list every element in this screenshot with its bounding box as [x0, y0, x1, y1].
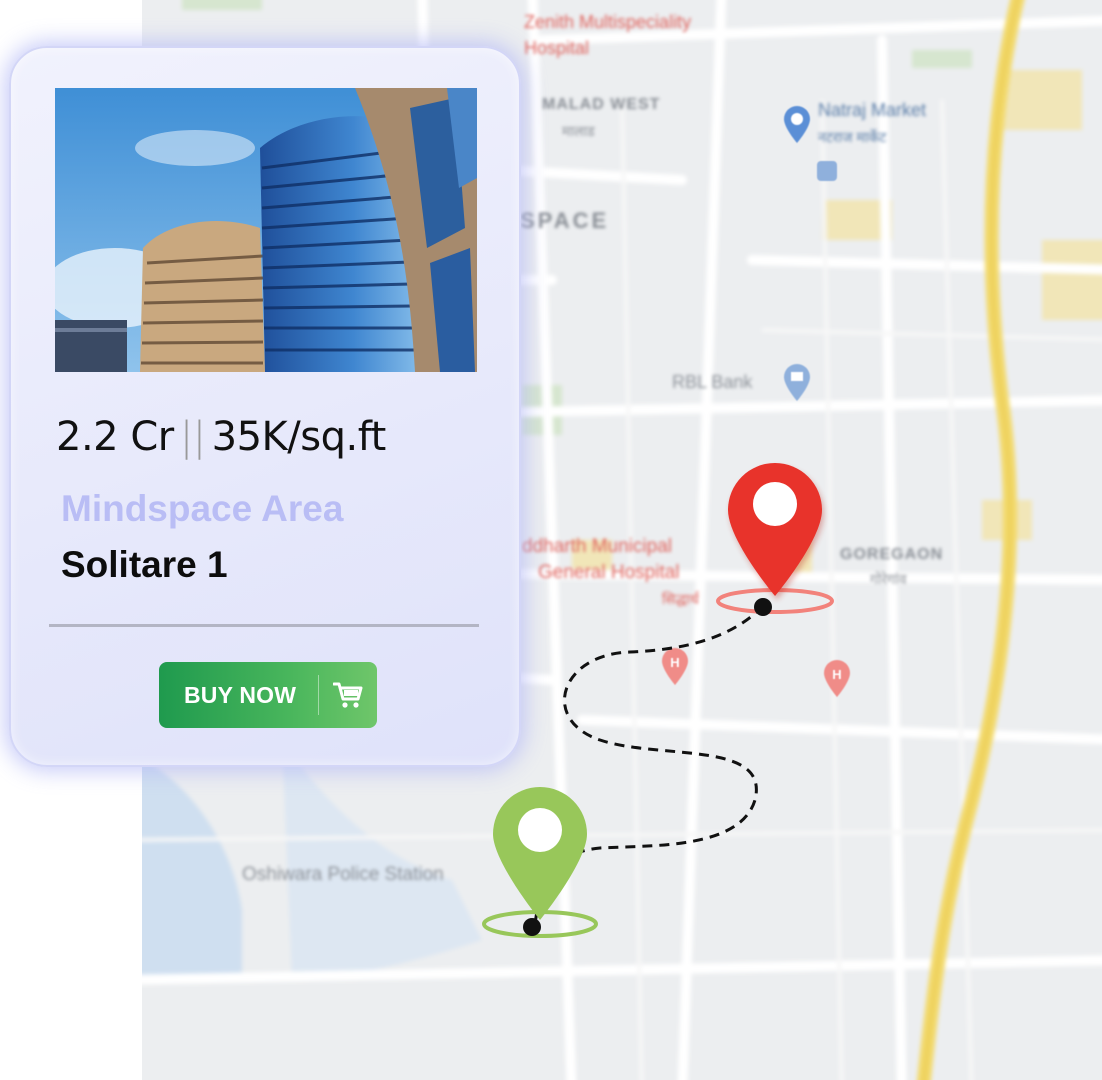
map-label-siddharth-hospital-line2: General Hospital: [538, 562, 680, 583]
map-label-natraj-market: Natraj Market: [818, 100, 927, 120]
transit-poi-icon: [816, 160, 838, 187]
bank-poi-icon[interactable]: [782, 362, 812, 407]
map-label-malad-west-local: मालाड: [562, 123, 595, 139]
cart-icon: [319, 681, 377, 709]
map-label-natraj-local: नटराज मार्केट: [818, 129, 887, 145]
map-label-siddharth-local: सिद्धार्थ: [662, 591, 699, 607]
hospital-poi-icon-2[interactable]: H: [822, 658, 852, 703]
map-label-zenith-hospital: Zenith Multispeciality: [524, 12, 692, 32]
map-label-oshiwara-police: Oshiwara Police Station: [242, 864, 444, 885]
price-separator: ||: [179, 414, 206, 460]
map-label-goregaon-local: गोरेगांव: [870, 571, 907, 587]
property-photo: [55, 88, 477, 372]
property-name: Solitare 1: [61, 544, 228, 585]
svg-text:H: H: [832, 667, 841, 682]
card-divider: [49, 624, 479, 627]
property-card[interactable]: 2.2 Cr || 35K/sq.ft Mindspace Area Solitar…: [9, 46, 521, 767]
map-label-zenith-hospital-line2: Hospital: [524, 38, 590, 58]
svg-text:H: H: [670, 655, 679, 670]
map-label-goregaon: GOREGAON: [840, 546, 944, 563]
map-label-mindspace: SPACE: [520, 208, 610, 233]
map-label-siddharth-hospital: ddharth Municipal: [522, 536, 672, 557]
buy-now-label: BUY NOW: [184, 681, 297, 708]
price-text: 2.2 Cr || 35K/sq.ft: [56, 414, 386, 460]
area-name: Mindspace Area: [61, 488, 344, 529]
price-value: 2.2 Cr: [56, 414, 174, 460]
hospital-poi-icon[interactable]: H: [660, 646, 690, 691]
market-poi-icon[interactable]: [782, 104, 812, 149]
buy-now-button[interactable]: BUY NOW: [159, 662, 377, 728]
price-per-sqft: 35K/sq.ft: [211, 414, 387, 460]
map-label-malad-west: MALAD WEST: [542, 96, 661, 113]
map-label-rbl-bank: RBL Bank: [672, 372, 753, 392]
